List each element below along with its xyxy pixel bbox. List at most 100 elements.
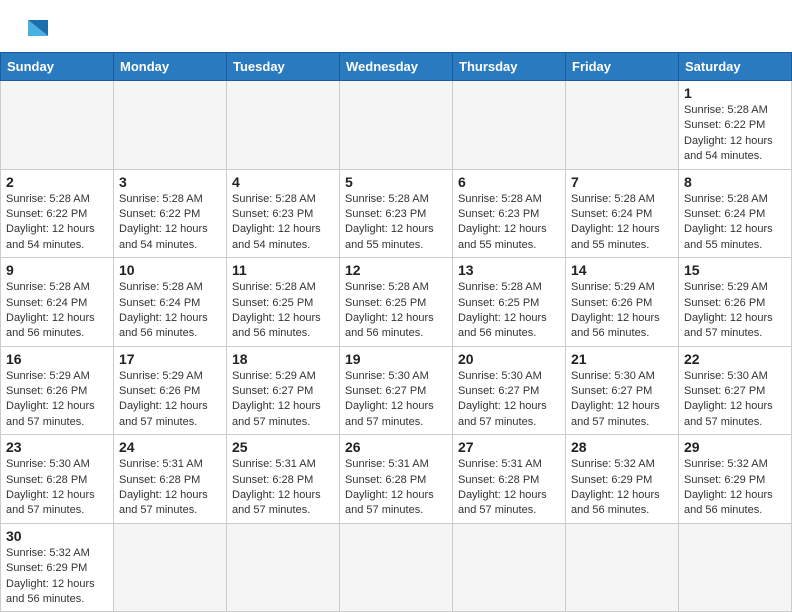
calendar-cell: [114, 523, 227, 612]
day-number: 28: [571, 439, 673, 455]
day-info: Sunrise: 5:28 AM Sunset: 6:25 PM Dayligh…: [345, 280, 447, 342]
day-number: 21: [571, 351, 673, 367]
calendar-cell: [114, 81, 227, 170]
day-info: Sunrise: 5:28 AM Sunset: 6:23 PM Dayligh…: [458, 192, 560, 254]
day-info: Sunrise: 5:31 AM Sunset: 6:28 PM Dayligh…: [345, 457, 447, 519]
calendar-cell: 22Sunrise: 5:30 AM Sunset: 6:27 PM Dayli…: [679, 346, 792, 435]
col-header-wednesday: Wednesday: [340, 53, 453, 81]
calendar-cell: 14 Sunrise: 5:29 AM Sunset: 6:26 PM Dayli…: [566, 258, 679, 347]
day-number: 22: [684, 351, 786, 367]
day-number: 20: [458, 351, 560, 367]
calendar-cell: 10 Sunrise: 5:28 AM Sunset: 6:24 PM Dayli…: [114, 258, 227, 347]
day-number: 26: [345, 439, 447, 455]
calendar-cell: [566, 81, 679, 170]
day-info: Sunrise: 5:31 AM Sunset: 6:28 PM Dayligh…: [458, 457, 560, 519]
day-number: 8: [684, 174, 786, 190]
calendar-week-row: 23 Sunrise: 5:30 AM Sunset: 6:28 PM Dayli…: [1, 435, 792, 524]
calendar-cell: [340, 81, 453, 170]
calendar-cell: 6 Sunrise: 5:28 AM Sunset: 6:23 PM Daylig…: [453, 169, 566, 258]
day-info: Sunrise: 5:32 AM Sunset: 6:29 PM Dayligh…: [6, 546, 108, 608]
day-info: Sunrise: 5:29 AM Sunset: 6:26 PM Dayligh…: [571, 280, 673, 342]
calendar-cell: [566, 523, 679, 612]
calendar-cell: 29 Sunrise: 5:32 AM Sunset: 6:29 PM Dayli…: [679, 435, 792, 524]
calendar-cell: 28 Sunrise: 5:32 AM Sunset: 6:29 PM Dayli…: [566, 435, 679, 524]
col-header-thursday: Thursday: [453, 53, 566, 81]
day-info: Sunrise: 5:28 AM Sunset: 6:22 PM Dayligh…: [684, 103, 786, 165]
day-number: 18: [232, 351, 334, 367]
calendar-cell: 24 Sunrise: 5:31 AM Sunset: 6:28 PM Dayli…: [114, 435, 227, 524]
logo-icon: [24, 18, 52, 40]
day-number: 1: [684, 85, 786, 101]
day-info: Sunrise: 5:30 AM Sunset: 6:27 PM Dayligh…: [458, 369, 560, 431]
day-info: Sunrise: 5:29 AM Sunset: 6:27 PM Dayligh…: [232, 369, 334, 431]
calendar-week-row: 2 Sunrise: 5:28 AM Sunset: 6:22 PM Daylig…: [1, 169, 792, 258]
calendar-cell: 26 Sunrise: 5:31 AM Sunset: 6:28 PM Dayli…: [340, 435, 453, 524]
day-info: Sunrise: 5:32 AM Sunset: 6:29 PM Dayligh…: [684, 457, 786, 519]
day-number: 4: [232, 174, 334, 190]
col-header-saturday: Saturday: [679, 53, 792, 81]
calendar-cell: 11Sunrise: 5:28 AM Sunset: 6:25 PM Dayli…: [227, 258, 340, 347]
calendar-cell: 2 Sunrise: 5:28 AM Sunset: 6:22 PM Daylig…: [1, 169, 114, 258]
day-info: Sunrise: 5:31 AM Sunset: 6:28 PM Dayligh…: [119, 457, 221, 519]
day-info: Sunrise: 5:29 AM Sunset: 6:26 PM Dayligh…: [684, 280, 786, 342]
calendar-week-row: 16 Sunrise: 5:29 AM Sunset: 6:26 PM Dayli…: [1, 346, 792, 435]
day-info: Sunrise: 5:30 AM Sunset: 6:27 PM Dayligh…: [345, 369, 447, 431]
col-header-friday: Friday: [566, 53, 679, 81]
calendar-cell: 27Sunrise: 5:31 AM Sunset: 6:28 PM Dayli…: [453, 435, 566, 524]
day-info: Sunrise: 5:28 AM Sunset: 6:22 PM Dayligh…: [6, 192, 108, 254]
calendar-cell: 18 Sunrise: 5:29 AM Sunset: 6:27 PM Dayli…: [227, 346, 340, 435]
day-info: Sunrise: 5:28 AM Sunset: 6:24 PM Dayligh…: [119, 280, 221, 342]
calendar-cell: 12 Sunrise: 5:28 AM Sunset: 6:25 PM Dayli…: [340, 258, 453, 347]
col-header-monday: Monday: [114, 53, 227, 81]
calendar-cell: 7Sunrise: 5:28 AM Sunset: 6:24 PM Daylig…: [566, 169, 679, 258]
calendar-cell: 3Sunrise: 5:28 AM Sunset: 6:22 PM Daylig…: [114, 169, 227, 258]
calendar-cell: 21 Sunrise: 5:30 AM Sunset: 6:27 PM Dayli…: [566, 346, 679, 435]
calendar-cell: 25Sunrise: 5:31 AM Sunset: 6:28 PM Dayli…: [227, 435, 340, 524]
day-number: 6: [458, 174, 560, 190]
calendar-cell: 16 Sunrise: 5:29 AM Sunset: 6:26 PM Dayli…: [1, 346, 114, 435]
col-header-tuesday: Tuesday: [227, 53, 340, 81]
calendar-cell: 13 Sunrise: 5:28 AM Sunset: 6:25 PM Dayli…: [453, 258, 566, 347]
day-number: 30: [6, 528, 108, 544]
calendar-header-row: SundayMondayTuesdayWednesdayThursdayFrid…: [1, 53, 792, 81]
day-number: 11: [232, 262, 334, 278]
calendar-cell: [453, 81, 566, 170]
day-number: 12: [345, 262, 447, 278]
day-info: Sunrise: 5:29 AM Sunset: 6:26 PM Dayligh…: [6, 369, 108, 431]
col-header-sunday: Sunday: [1, 53, 114, 81]
day-number: 19: [345, 351, 447, 367]
day-info: Sunrise: 5:28 AM Sunset: 6:25 PM Dayligh…: [458, 280, 560, 342]
day-info: Sunrise: 5:28 AM Sunset: 6:24 PM Dayligh…: [6, 280, 108, 342]
day-info: Sunrise: 5:29 AM Sunset: 6:26 PM Dayligh…: [119, 369, 221, 431]
calendar-week-row: 1 Sunrise: 5:28 AM Sunset: 6:22 PM Daylig…: [1, 81, 792, 170]
day-info: Sunrise: 5:32 AM Sunset: 6:29 PM Dayligh…: [571, 457, 673, 519]
calendar-cell: [227, 523, 340, 612]
day-number: 10: [119, 262, 221, 278]
calendar-table: SundayMondayTuesdayWednesdayThursdayFrid…: [0, 52, 792, 612]
day-number: 2: [6, 174, 108, 190]
calendar-cell: [1, 81, 114, 170]
day-number: 23: [6, 439, 108, 455]
day-number: 15: [684, 262, 786, 278]
day-info: Sunrise: 5:30 AM Sunset: 6:28 PM Dayligh…: [6, 457, 108, 519]
calendar-cell: 30 Sunrise: 5:32 AM Sunset: 6:29 PM Dayli…: [1, 523, 114, 612]
calendar-week-row: 30 Sunrise: 5:32 AM Sunset: 6:29 PM Dayli…: [1, 523, 792, 612]
day-info: Sunrise: 5:30 AM Sunset: 6:27 PM Dayligh…: [571, 369, 673, 431]
calendar-cell: 1 Sunrise: 5:28 AM Sunset: 6:22 PM Daylig…: [679, 81, 792, 170]
page-header: [0, 0, 792, 52]
day-number: 17: [119, 351, 221, 367]
day-number: 29: [684, 439, 786, 455]
day-number: 13: [458, 262, 560, 278]
calendar-cell: [227, 81, 340, 170]
calendar-cell: 17 Sunrise: 5:29 AM Sunset: 6:26 PM Dayli…: [114, 346, 227, 435]
day-number: 25: [232, 439, 334, 455]
calendar-cell: 8 Sunrise: 5:28 AM Sunset: 6:24 PM Daylig…: [679, 169, 792, 258]
day-number: 14: [571, 262, 673, 278]
calendar-cell: 23 Sunrise: 5:30 AM Sunset: 6:28 PM Dayli…: [1, 435, 114, 524]
day-number: 24: [119, 439, 221, 455]
logo: [20, 18, 52, 42]
day-number: 9: [6, 262, 108, 278]
day-info: Sunrise: 5:28 AM Sunset: 6:24 PM Dayligh…: [684, 192, 786, 254]
day-number: 16: [6, 351, 108, 367]
calendar-cell: [453, 523, 566, 612]
